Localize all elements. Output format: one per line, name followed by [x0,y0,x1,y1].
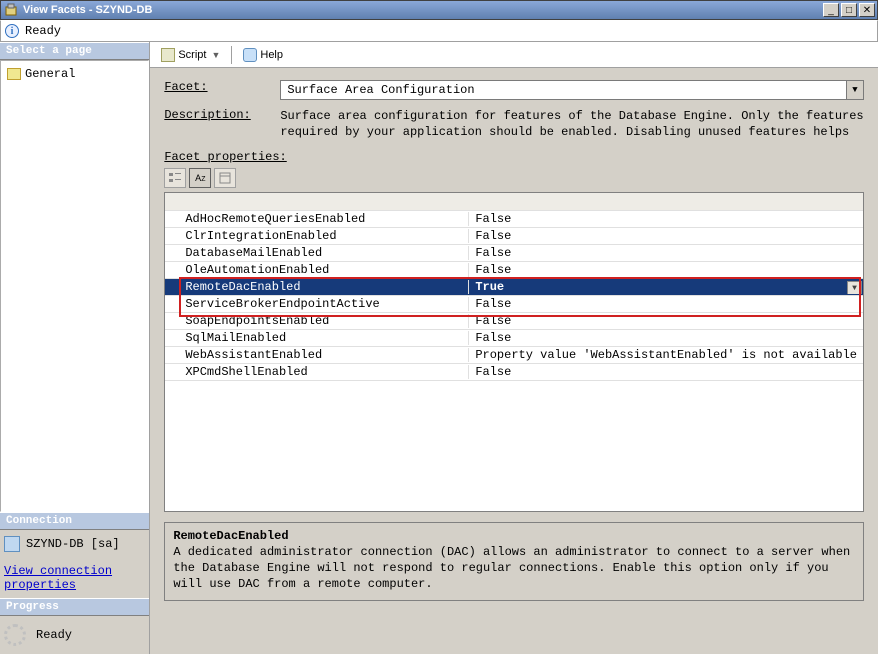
property-row[interactable]: RemoteDacEnabledTrue▼ [165,279,863,296]
property-name: RemoteDacEnabled [179,280,469,294]
property-value[interactable]: Property value 'WebAssistantEnabled' is … [469,348,863,362]
server-icon [4,536,20,552]
property-value[interactable]: False [469,314,863,328]
facet-combobox[interactable]: Surface Area Configuration ▼ [280,80,864,100]
value-dropdown-button[interactable]: ▼ [847,281,862,294]
window-title: View Facets - SZYND-DB [23,4,823,16]
page-item-general[interactable]: General [5,65,144,83]
facet-properties-label: Facet properties: [150,146,878,164]
help-icon [243,48,257,62]
property-row[interactable]: DatabaseMailEnabledFalse [165,245,863,262]
script-label: Script [178,49,206,61]
script-icon [161,48,175,62]
property-value[interactable]: False [469,212,863,226]
grid-header [165,193,863,211]
page-icon [7,68,21,80]
help-property-desc: A dedicated administrator connection (DA… [173,545,855,592]
info-icon: i [5,24,19,38]
property-name: SqlMailEnabled [179,331,469,345]
help-property-name: RemoteDacEnabled [173,529,855,543]
property-value[interactable]: False [469,263,863,277]
property-value[interactable]: False [469,229,863,243]
page-item-label: General [25,67,75,81]
close-button[interactable]: ✕ [859,3,875,17]
property-name: DatabaseMailEnabled [179,246,469,260]
property-name: ClrIntegrationEnabled [179,229,469,243]
view-connection-properties-link[interactable]: View connection properties [4,564,112,592]
property-value[interactable]: False [469,365,863,379]
minimize-button[interactable]: _ [823,3,839,17]
property-row[interactable]: ServiceBrokerEndpointActiveFalse [165,296,863,313]
property-value[interactable]: False [469,331,863,345]
property-help-panel: RemoteDacEnabled A dedicated administrat… [164,522,864,601]
toolbar-separator [231,46,232,64]
progress-text: Ready [36,628,72,642]
description-text: Surface area configuration for features … [280,108,864,140]
property-name: ServiceBrokerEndpointActive [179,297,469,311]
property-row[interactable]: SoapEndpointsEnabledFalse [165,313,863,330]
title-bar: View Facets - SZYND-DB _ □ ✕ [0,0,878,20]
help-label: Help [260,49,283,61]
facet-dropdown-button[interactable]: ▼ [846,81,863,99]
property-grid[interactable]: AdHocRemoteQueriesEnabledFalseClrIntegra… [164,192,864,512]
property-grid-toolbar: AZ [150,164,878,192]
toolbar: Script ▼ Help [150,42,878,68]
categorized-button[interactable] [164,168,186,188]
maximize-button[interactable]: □ [841,3,857,17]
property-name: WebAssistantEnabled [179,348,469,362]
property-row[interactable]: ClrIntegrationEnabledFalse [165,228,863,245]
property-name: AdHocRemoteQueriesEnabled [179,212,469,226]
progress-spinner-icon [4,624,26,646]
property-value[interactable]: False [469,297,863,311]
window-buttons: _ □ ✕ [823,3,875,17]
property-row[interactable]: WebAssistantEnabledProperty value 'WebAs… [165,347,863,364]
connection-server: SZYND-DB [sa] [4,536,145,552]
property-row[interactable]: AdHocRemoteQueriesEnabledFalse [165,211,863,228]
page-tree: General [0,60,149,512]
chevron-down-icon: ▼ [211,50,220,60]
property-name: SoapEndpointsEnabled [179,314,469,328]
app-icon [3,2,19,18]
facet-value: Surface Area Configuration [281,81,846,99]
status-text: Ready [25,24,61,38]
property-pages-button[interactable] [214,168,236,188]
description-label: Description: [164,108,274,122]
progress-header: Progress [0,598,149,616]
property-value[interactable]: False [469,246,863,260]
property-row[interactable]: OleAutomationEnabledFalse [165,262,863,279]
property-value[interactable]: True▼ [469,280,863,294]
property-row[interactable]: XPCmdShellEnabledFalse [165,364,863,381]
chevron-down-icon: ▼ [852,85,857,95]
connection-header: Connection [0,512,149,530]
property-name: OleAutomationEnabled [179,263,469,277]
server-label: SZYND-DB [sa] [26,537,120,551]
property-row[interactable]: SqlMailEnabledFalse [165,330,863,347]
alphabetical-button[interactable]: AZ [189,168,211,188]
select-page-header: Select a page [0,42,149,60]
facet-label: Facet: [164,80,274,94]
property-name: XPCmdShellEnabled [179,365,469,379]
help-button[interactable]: Help [238,46,288,64]
status-bar: i Ready [0,20,878,42]
script-button[interactable]: Script ▼ [156,46,225,64]
